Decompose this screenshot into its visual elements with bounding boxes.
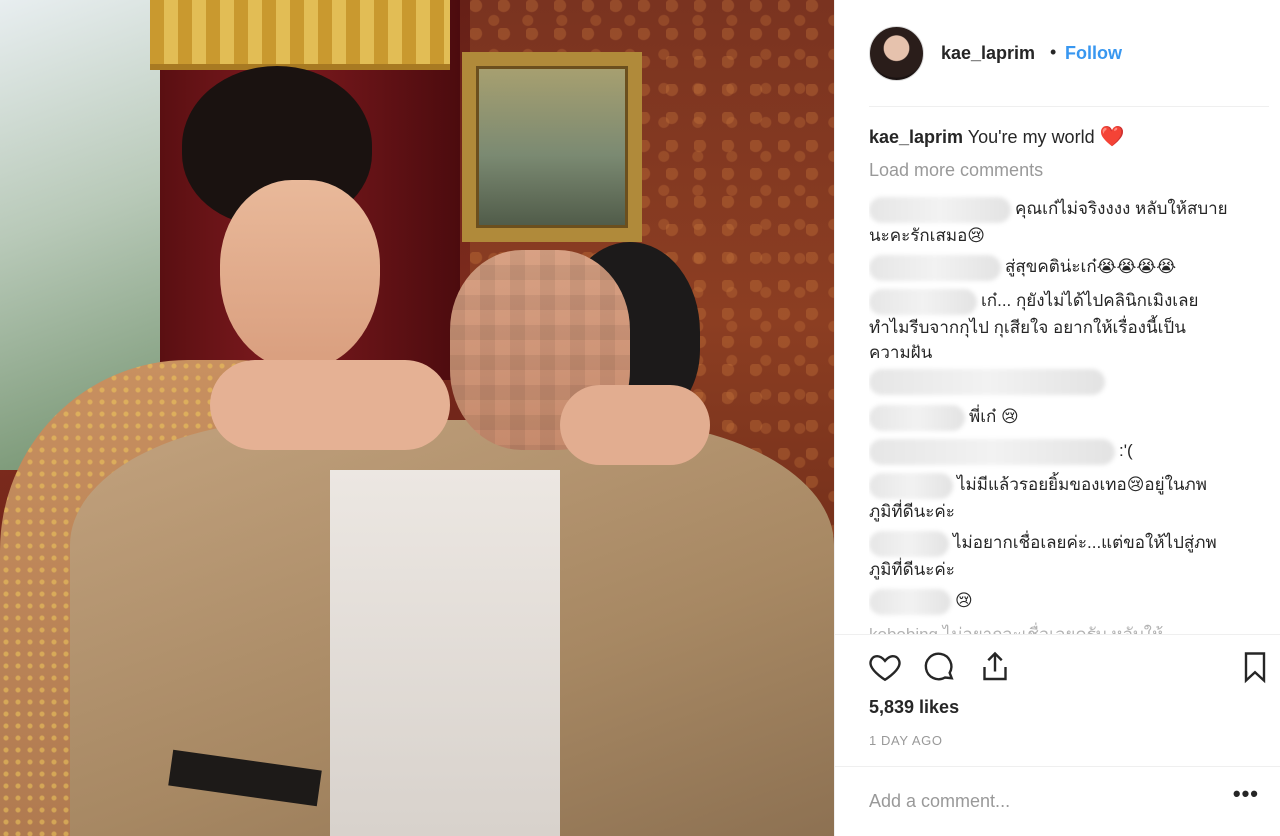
post-photo[interactable] (0, 0, 834, 836)
photo-man-hand (560, 385, 710, 465)
list-item: :'( (869, 438, 1133, 465)
comment-input[interactable] (869, 787, 1189, 815)
blurred-username (869, 196, 1011, 223)
follow-button[interactable]: Follow (1065, 43, 1122, 64)
list-item: ไม่มีแล้วรอยยิ้มของเทอ😢อยู่ในภพ ภูมิที่ด… (869, 472, 1207, 524)
blurred-username (869, 588, 951, 615)
comment-text: ไม่อยากเชื่อเลยค่ะ...แต่ขอให้ไปสู่ภพ (953, 533, 1217, 552)
post-header: kae_laprim • Follow (835, 0, 1280, 108)
comment-text: ทำไมรีบจากกุไป กุเสียใจ อยากให้เรื่องนี้… (869, 317, 1186, 337)
comment-text: kobobing ไม่อยากจะเชื่อเลยครับ หลับให้ (869, 625, 1163, 634)
list-item: ไม่อยากเชื่อเลยค่ะ...แต่ขอให้ไปสู่ภพ ภูม… (869, 530, 1217, 582)
photo-woman-hands (210, 360, 450, 450)
comment-text: สู่สุขคติน่ะเก๋😭😭😭😭 (1005, 257, 1177, 276)
caption-text: You're my world (967, 127, 1095, 147)
caption-username[interactable]: kae_laprim (869, 127, 963, 147)
blurred-username (869, 530, 949, 557)
load-more-comments-button[interactable]: Load more comments (869, 160, 1043, 181)
separator-dot: • (1050, 42, 1057, 62)
post-caption: kae_laprim You're my world ❤️ (869, 124, 1125, 150)
post-panel: kae_laprim • Follow kae_laprim You're my… (834, 0, 1280, 836)
comment-text: พี่เก๋ 😢 (969, 407, 1019, 426)
list-item: 😢 (869, 588, 973, 615)
likes-count[interactable]: 5,839 likes (869, 697, 959, 718)
share-icon[interactable] (977, 649, 1017, 689)
post-timestamp[interactable]: 1 DAY AGO (869, 733, 943, 748)
photo-painting (462, 52, 642, 242)
comment-text: คุณเก๋ไม่จริงงงง หลับให้สบาย (1015, 199, 1228, 218)
comments-list[interactable]: kae_laprim You're my world ❤️ Load more … (869, 118, 1269, 634)
photo-woman-face (220, 180, 380, 370)
list-item (869, 368, 1109, 395)
comment-bubble-icon[interactable] (921, 649, 961, 689)
add-comment-bar: ••• (835, 766, 1280, 836)
more-options-icon[interactable]: ••• (1233, 781, 1259, 807)
list-item: เก๋... กุยังไม่ได้ไปคลินิกเมิงเลย ทำไมรี… (869, 288, 1198, 365)
post-actions: 5,839 likes 1 DAY AGO (835, 634, 1280, 764)
blurred-username (869, 404, 965, 431)
comment-text: นะคะรักเสมอ😢 (869, 225, 986, 245)
blurred-username (869, 288, 977, 315)
comment-text: ความฝัน (869, 342, 933, 362)
blurred-username (869, 368, 1105, 395)
photo-man-shirt (330, 470, 560, 836)
header-divider (869, 106, 1269, 107)
list-item: สู่สุขคติน่ะเก๋😭😭😭😭 (869, 254, 1176, 281)
comment-text: 😢 (955, 591, 973, 610)
blurred-username (869, 438, 1115, 465)
heart-emoji-icon: ❤️ (1099, 126, 1125, 148)
comment-text: :'( (1119, 441, 1133, 460)
comment-text: ภูมิที่ดีนะค่ะ (869, 501, 955, 521)
comment-text: ภูมิที่ดีนะค่ะ (869, 559, 955, 579)
username-link[interactable]: kae_laprim (941, 43, 1035, 64)
photo-valance (150, 0, 450, 70)
list-item: พี่เก๋ 😢 (869, 404, 1019, 431)
bookmark-icon[interactable] (1237, 649, 1277, 689)
list-item: kobobing ไม่อยากจะเชื่อเลยครับ หลับให้ (869, 622, 1163, 634)
avatar[interactable] (869, 26, 924, 81)
list-item: คุณเก๋ไม่จริงงงง หลับให้สบาย นะคะรักเสมอ… (869, 196, 1228, 248)
heart-icon[interactable] (867, 649, 907, 689)
blurred-username (869, 472, 953, 499)
comment-text: ไม่มีแล้วรอยยิ้มของเทอ😢อยู่ในภพ (957, 475, 1207, 494)
comment-text: เก๋... กุยังไม่ได้ไปคลินิกเมิงเลย (981, 291, 1199, 310)
blurred-username (869, 254, 1001, 281)
